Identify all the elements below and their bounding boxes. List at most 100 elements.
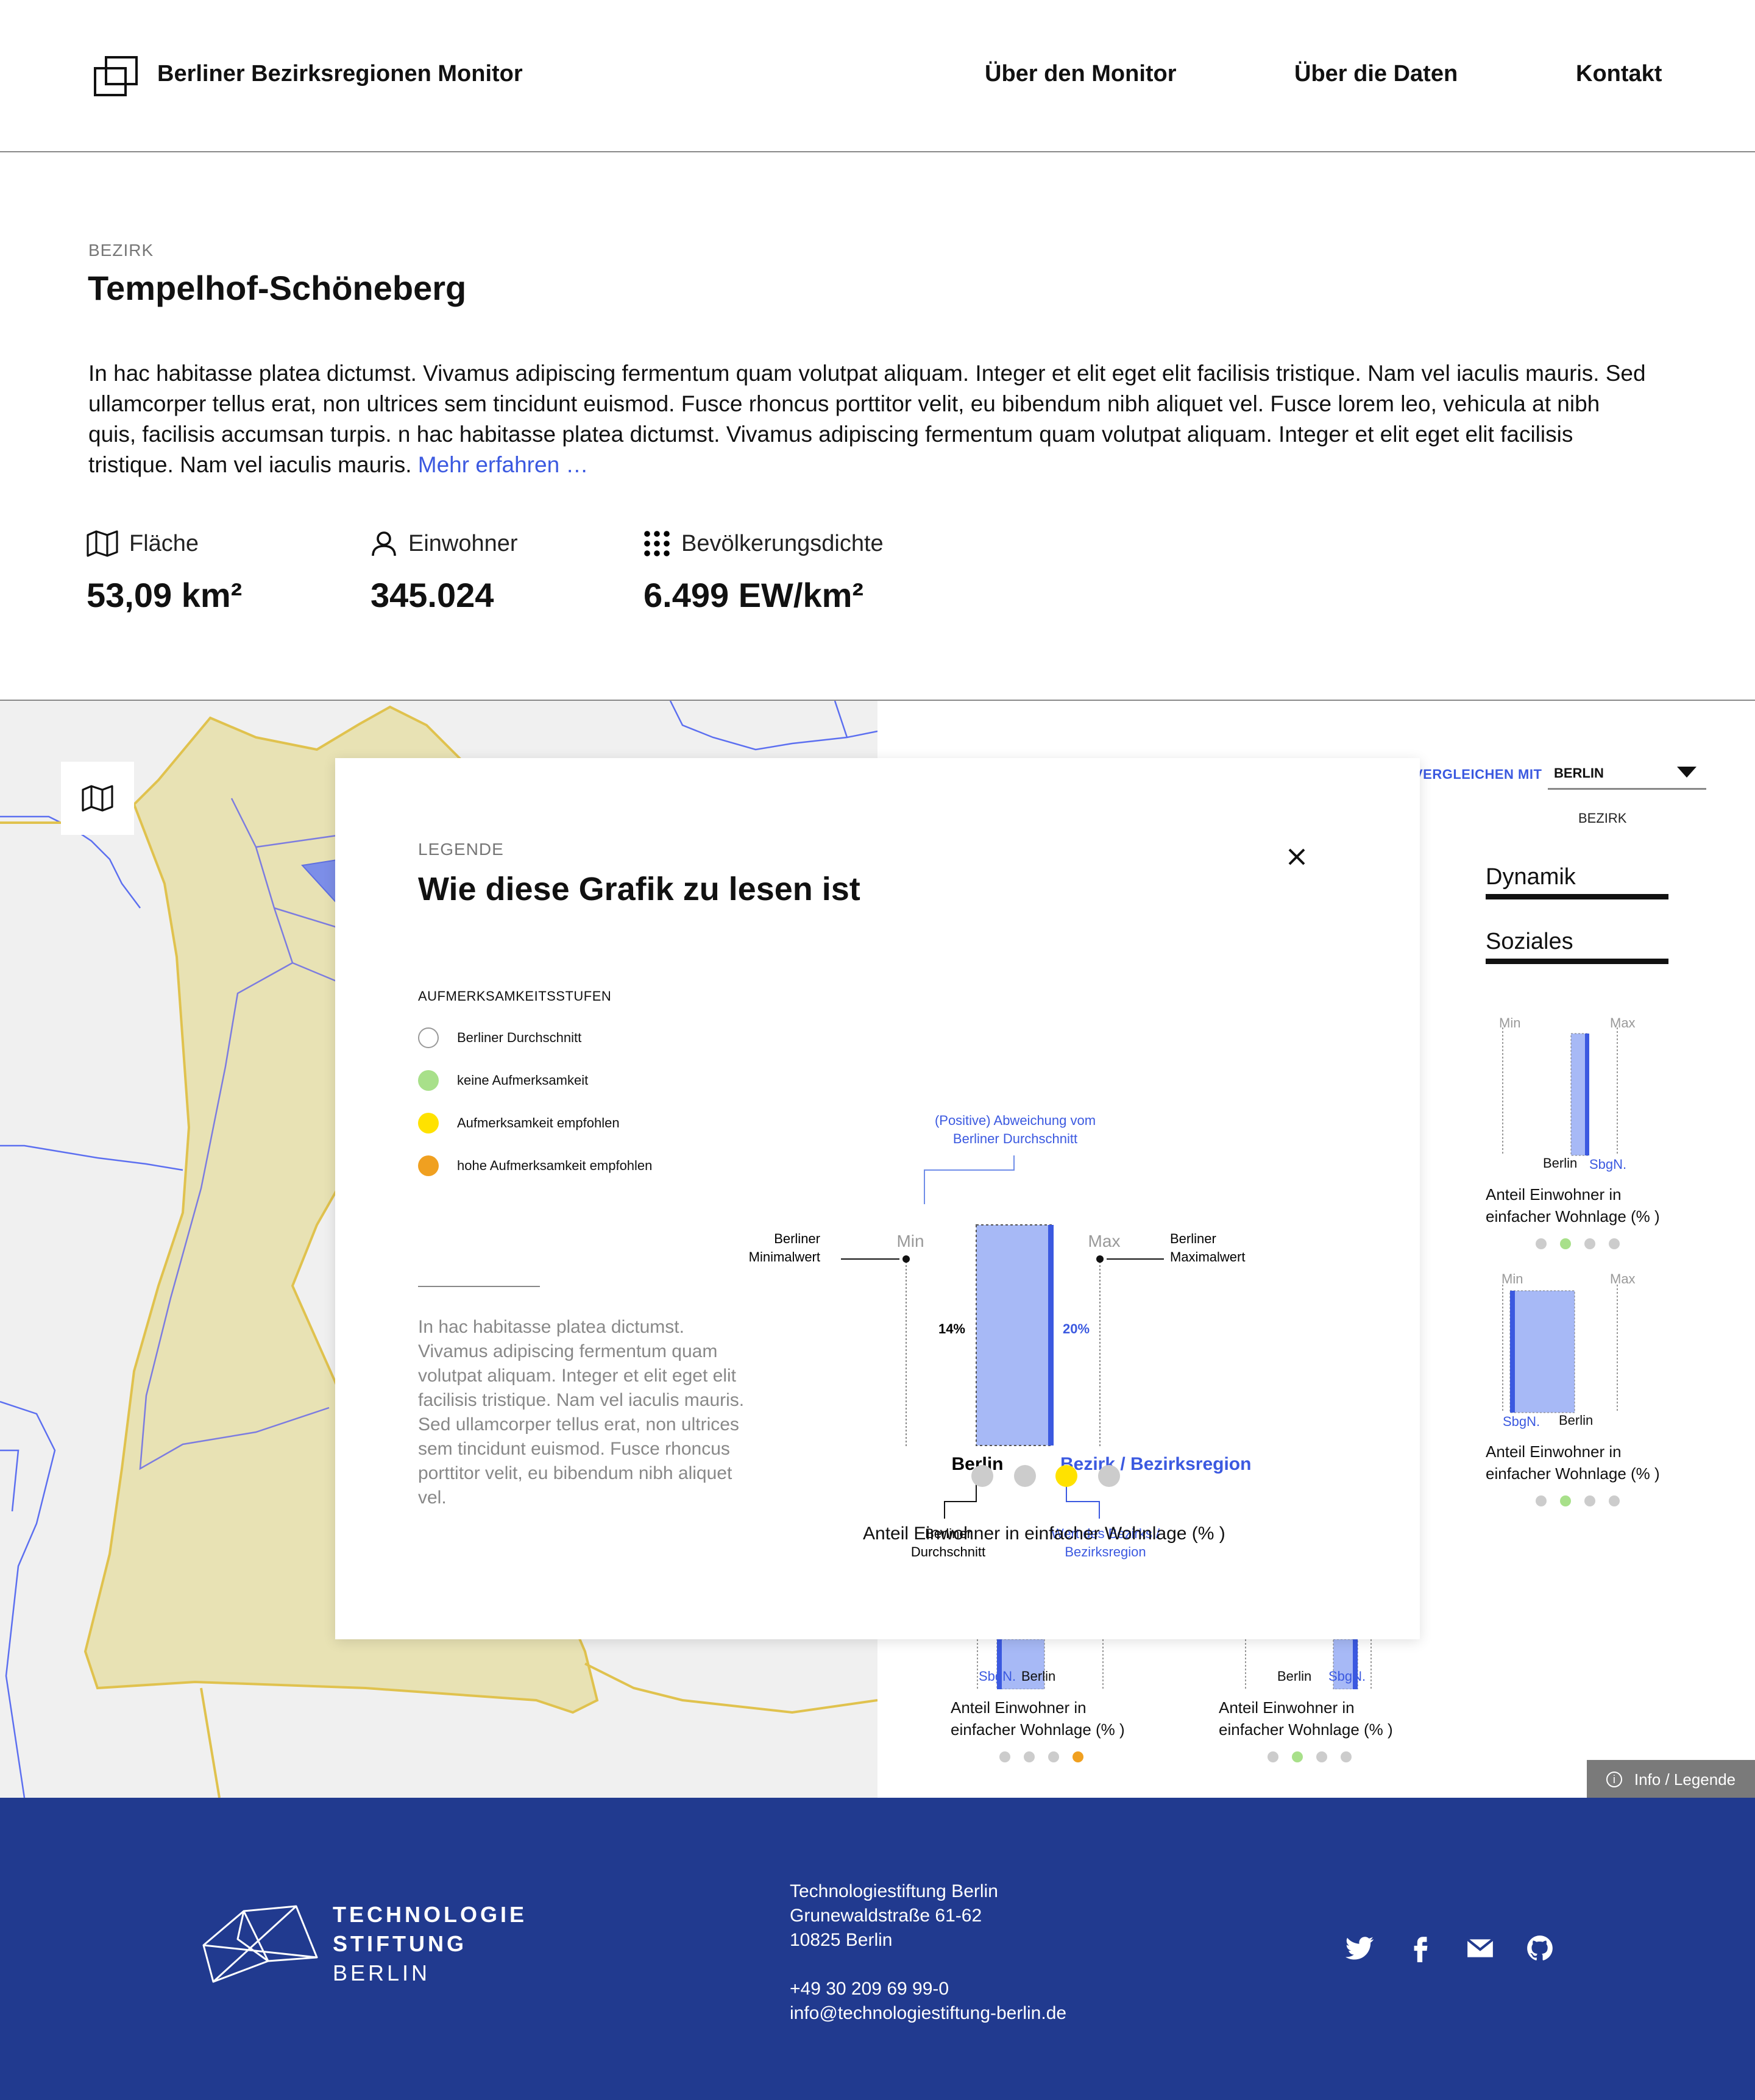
mini4-caption: Anteil Einwohner in einfacher Wohnlage (… (1219, 1698, 1393, 1739)
info-legend-button[interactable]: i Info / Legende (1587, 1760, 1755, 1799)
tab-dynamik[interactable]: Dynamik (1486, 864, 1668, 899)
stat-density-value: 6.499 EW/km² (644, 576, 864, 614)
mini-chart-1[interactable] (1481, 1009, 1639, 1168)
level-dot (999, 1751, 1010, 1762)
region-label: Bezirk / Bezirksregion (1060, 1454, 1251, 1474)
compare-label: VERGLEICHEN MIT (1414, 767, 1542, 782)
map-icon (87, 530, 118, 557)
neighbour-border (834, 701, 848, 738)
description-text: In hac habitasse platea dictumst. Vivamu… (88, 361, 1646, 477)
level-none: keine Aufmerksamkeit (418, 1070, 588, 1091)
map-toggle-button[interactable] (61, 762, 134, 835)
level-dot (1316, 1751, 1327, 1762)
mini4-berlin: Berlin (1277, 1669, 1312, 1684)
mini4-region: SbgN. (1328, 1669, 1366, 1684)
compare-selected: BERLIN (1554, 765, 1604, 781)
maxval-2: Maximalwert (1170, 1249, 1245, 1265)
stat-density: Bevölkerungsdichte 6.499 EW/km² (644, 530, 884, 615)
brand-title[interactable]: Berliner Bezirksregionen Monitor (157, 61, 523, 87)
berlin-value: 14% (938, 1321, 965, 1336)
stat-area: Fläche 53,09 km² (87, 530, 242, 615)
mini1-berlin: Berlin (1543, 1155, 1578, 1171)
mini2-min: Min (1502, 1271, 1523, 1286)
level-dot (1609, 1238, 1620, 1249)
mini2-caption: Anteil Einwohner in einfacher Wohnlage (… (1486, 1442, 1660, 1483)
compare-option[interactable]: BEZIRK (1578, 811, 1626, 826)
twitter-icon[interactable] (1344, 1933, 1375, 1963)
dots-grid-icon (644, 531, 670, 556)
facebook-icon[interactable] (1405, 1933, 1436, 1963)
avg-label-2: Durchschnitt (911, 1544, 985, 1559)
level-label: Berliner Durchschnitt (457, 1030, 582, 1045)
foundation-name-line3: BERLIN (333, 1960, 431, 1985)
stat-population-label: Einwohner (408, 530, 518, 556)
region-bar-line (1048, 1225, 1054, 1446)
address-line1: Technologiestiftung Berlin (790, 1881, 998, 1901)
foundation-name-line1: TECHNOLOGIE (333, 1902, 528, 1927)
level-dot (1584, 1495, 1595, 1506)
mini2-region: SbgN. (1503, 1414, 1540, 1429)
level-dot-active (1055, 1465, 1077, 1487)
address-spacer (790, 1953, 1066, 1977)
region-value: 20% (1063, 1321, 1090, 1336)
level-dot (1048, 1751, 1059, 1762)
level-dot (971, 1465, 993, 1487)
level-dot-active (1560, 1238, 1571, 1249)
nav-about-data[interactable]: Über die Daten (1294, 61, 1458, 87)
modal-title: Wie diese Grafik zu lesen ist (418, 871, 860, 907)
foundation-name-line2: STIFTUNG (333, 1931, 467, 1956)
mail-icon[interactable] (1465, 1933, 1495, 1963)
modal-chart-caption: Anteil Einwohner in einfacher Wohnlage (… (863, 1524, 1225, 1544)
mini-chart-2[interactable] (1481, 1266, 1639, 1425)
levels-title: AUFMERKSAMKEITSSTUFEN (418, 988, 612, 1004)
level-dot (1536, 1495, 1547, 1506)
deviation-label-1: (Positive) Abweichung vom (935, 1113, 1096, 1128)
stat-area-value: 53,09 km² (87, 576, 243, 614)
level-recommended: Aufmerksamkeit empfohlen (418, 1113, 620, 1133)
divider (418, 1286, 540, 1287)
stat-area-label: Fläche (129, 530, 199, 556)
district-eyebrow: BEZIRK (88, 241, 154, 260)
footer-email[interactable]: info@technologiestiftung-berlin.de (790, 2001, 1066, 2026)
level-label: Aufmerksamkeit empfohlen (457, 1115, 620, 1130)
level-berlin-avg: Berliner Durchschnitt (418, 1027, 581, 1048)
mini2-berlin: Berlin (1559, 1413, 1594, 1428)
level-dot (1098, 1465, 1120, 1487)
level-swatch (418, 1070, 439, 1091)
deviation-bar (976, 1224, 1052, 1446)
tab-soziales[interactable]: Soziales (1486, 929, 1668, 964)
compare-select[interactable]: BERLIN (1548, 754, 1706, 790)
footer-phone[interactable]: +49 30 209 69 99-0 (790, 1977, 1066, 2001)
level-label: keine Aufmerksamkeit (457, 1073, 589, 1088)
legend-chart: (Positive) Abweichung vom Berliner Durch… (749, 1113, 1252, 1559)
footer-address: Technologiestiftung Berlin Grunewaldstra… (790, 1879, 1066, 2026)
stat-population: Einwohner 345.024 (370, 530, 518, 615)
stat-population-value: 345.024 (370, 576, 494, 614)
neighbour-border (669, 701, 878, 751)
level-dot (1584, 1238, 1595, 1249)
caret-down-icon (1677, 767, 1696, 778)
mini-chart-4[interactable] (1243, 1639, 1402, 1689)
github-icon[interactable] (1525, 1933, 1555, 1963)
mini1-caption: Anteil Einwohner in einfacher Wohnlage (… (1486, 1185, 1660, 1226)
foundation-logo-icon[interactable] (201, 1903, 323, 1988)
read-more-link[interactable]: Mehr erfahren … (418, 452, 589, 477)
close-icon[interactable] (1283, 843, 1310, 870)
info-icon: i (1606, 1772, 1622, 1787)
max-label: Max (1088, 1232, 1121, 1250)
level-label: hohe Aufmerksamkeit empfohlen (457, 1158, 653, 1173)
level-dot (1268, 1751, 1278, 1762)
map-icon (82, 785, 113, 812)
min-label: Min (896, 1232, 924, 1250)
level-swatch (418, 1155, 439, 1176)
nav-contact[interactable]: Kontakt (1576, 61, 1662, 87)
level-swatch (418, 1027, 439, 1048)
nav-about-monitor[interactable]: Über den Monitor (985, 61, 1177, 87)
foundation-name: TECHNOLOGIE STIFTUNG BERLIN (333, 1900, 527, 1988)
neighbour-border (0, 1400, 56, 1798)
neighbour-border (0, 1449, 20, 1512)
level-dot (1609, 1495, 1620, 1506)
logo-icon[interactable] (93, 56, 139, 96)
neighbour-border-yellow (200, 1687, 221, 1798)
page-title: Tempelhof-Schöneberg (88, 269, 467, 307)
